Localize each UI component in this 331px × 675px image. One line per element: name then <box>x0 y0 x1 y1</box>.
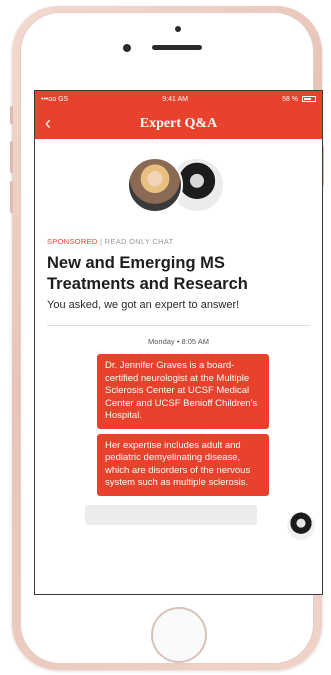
page-title: Expert Q&A <box>139 115 218 131</box>
status-bar: •••oo GS 9:41 AM 58 % <box>35 91 322 108</box>
message-timestamp: Monday • 8:05 AM <box>148 337 209 346</box>
battery-icon <box>302 96 316 103</box>
earpiece-speaker <box>152 45 202 50</box>
app-screen: •••oo GS 9:41 AM 58 % ‹ Expert Q&A SPONS… <box>34 90 323 595</box>
mute-switch <box>10 106 13 124</box>
home-button[interactable] <box>151 607 207 663</box>
chat-content[interactable]: SPONSORED | READ ONLY CHAT New and Emerg… <box>35 139 322 540</box>
divider <box>47 325 310 326</box>
battery-percent: 58 % <box>282 96 299 103</box>
chat-title: New and Emerging MS Treatments and Resea… <box>47 254 248 293</box>
chat-meta: SPONSORED | READ ONLY CHAT <box>47 237 310 246</box>
chevron-left-icon[interactable]: ‹ <box>45 114 51 132</box>
message-bubble: Dr. Jennifer Graves is a board-certified… <box>97 354 269 429</box>
status-time: 9:41 AM <box>162 96 188 103</box>
chat-subtitle: You asked, we got an expert to answer! <box>47 299 240 311</box>
volume-down-button <box>10 181 13 213</box>
carrier-signal: •••oo GS <box>41 96 69 103</box>
meta-separator: | <box>100 237 103 246</box>
volume-up-button <box>10 141 13 173</box>
sender-avatar <box>287 512 315 540</box>
proximity-sensor <box>123 44 131 52</box>
incoming-message-bubble <box>85 504 257 525</box>
nav-bar: ‹ Expert Q&A <box>35 108 322 139</box>
battery-indicator: 58 % <box>282 96 316 103</box>
sponsored-label: SPONSORED <box>47 237 98 246</box>
expert-avatar <box>127 157 183 213</box>
front-camera-icon <box>175 26 181 32</box>
expert-avatars <box>47 139 310 231</box>
message-bubble: Her expertise includes adult and pediatr… <box>97 433 269 496</box>
read-only-label: READ ONLY CHAT <box>104 237 174 246</box>
message-list: Dr. Jennifer Graves is a board-certified… <box>47 354 315 540</box>
